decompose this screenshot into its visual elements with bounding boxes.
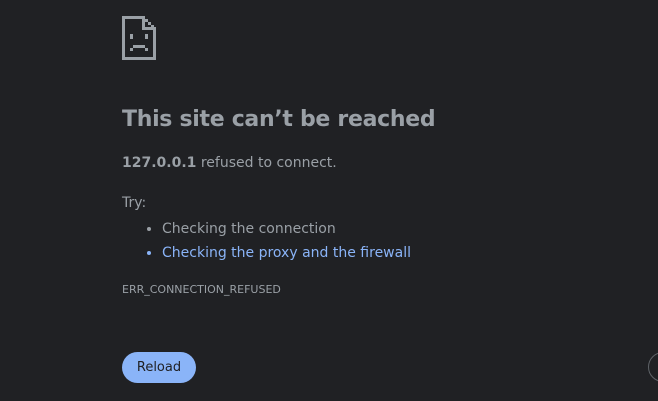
- error-summary: 127.0.0.1 refused to connect.: [122, 155, 337, 171]
- try-label: Try:: [122, 195, 147, 211]
- error-summary-text: refused to connect.: [196, 155, 337, 171]
- error-page: This site can’t be reached 127.0.0.1 ref…: [0, 0, 658, 401]
- page-title: This site can’t be reached: [122, 107, 436, 132]
- suggestion-check-connection: Checking the connection: [162, 217, 411, 241]
- sad-page-icon: [122, 16, 156, 60]
- suggestion-check-proxy-firewall-link[interactable]: Checking the proxy and the firewall: [162, 241, 411, 265]
- details-button[interactable]: [648, 352, 658, 382]
- suggestions-list: Checking the connection Checking the pro…: [122, 217, 411, 265]
- error-code: ERR_CONNECTION_REFUSED: [122, 283, 281, 296]
- reload-button[interactable]: Reload: [122, 352, 196, 383]
- host-name: 127.0.0.1: [122, 155, 197, 171]
